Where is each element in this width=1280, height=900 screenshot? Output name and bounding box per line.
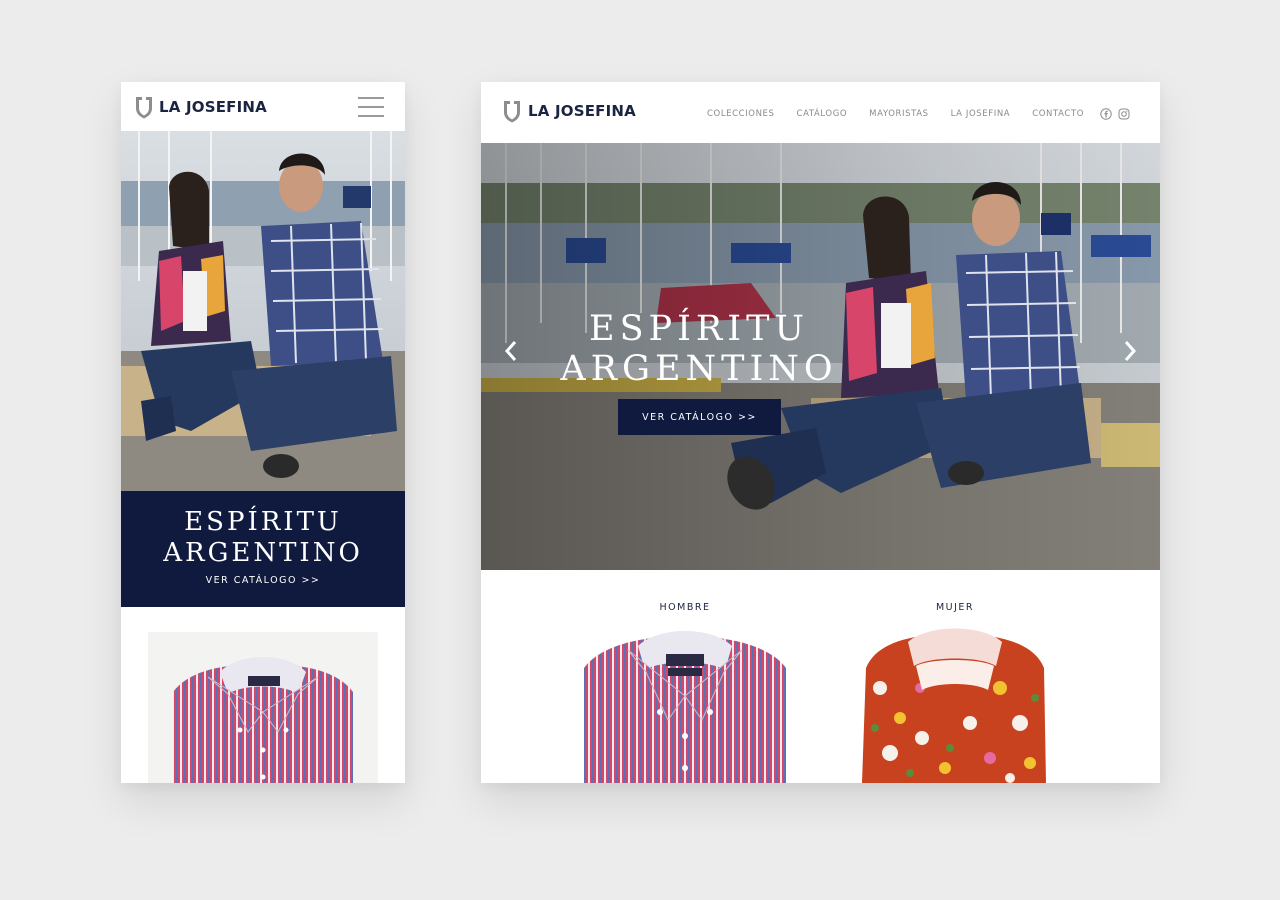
instagram-icon[interactable]: [1118, 108, 1130, 120]
hero-photo: [121, 131, 405, 491]
logo[interactable]: LA JOSEFINA: [502, 99, 636, 123]
chevron-right-icon[interactable]: [1123, 340, 1137, 362]
hero-title-line2: ARGENTINO: [163, 538, 363, 568]
category-image-hombre[interactable]: [580, 628, 790, 783]
hero-slider: ESPÍRITU ARGENTINO VER CATÁLOGO >>: [481, 143, 1160, 570]
hero-title-line1: ESPÍRITU: [184, 507, 342, 537]
hero-title: ESPÍRITU ARGENTINO: [481, 309, 917, 389]
nav-la-josefina[interactable]: LA JOSEFINA: [951, 109, 1011, 119]
shield-logo-icon: [504, 101, 520, 123]
category-image-mujer[interactable]: [850, 628, 1060, 783]
desktop-header: LA JOSEFINA COLECCIONES CATÁLOGO MAYORIS…: [481, 82, 1160, 143]
ver-catalogo-link[interactable]: VER CATÁLOGO >>: [206, 575, 321, 586]
logo[interactable]: LA JOSEFINA: [134, 95, 267, 119]
product-image-shirt[interactable]: [148, 632, 378, 783]
social-links: [1100, 108, 1130, 120]
nav-mayoristas[interactable]: MAYORISTAS: [869, 109, 928, 119]
hero-title-line2: ARGENTINO: [560, 349, 838, 389]
mobile-header: LA JOSEFINA: [121, 82, 405, 131]
nav-catalogo[interactable]: CATÁLOGO: [797, 109, 848, 119]
logo-text: LA JOSEFINA: [528, 102, 636, 120]
desktop-mockup: LA JOSEFINA COLECCIONES CATÁLOGO MAYORIS…: [481, 82, 1160, 783]
hero-title-line1: ESPÍRITU: [589, 309, 809, 349]
main-nav: COLECCIONES CATÁLOGO MAYORISTAS LA JOSEF…: [707, 109, 1084, 119]
mobile-mockup: LA JOSEFINA ESPÍRITU ARGENTINO VER CATÁL…: [121, 82, 405, 783]
ver-catalogo-button[interactable]: VER CATÁLOGO >>: [618, 399, 781, 435]
logo-text: LA JOSEFINA: [159, 98, 267, 116]
category-label-hombre[interactable]: HOMBRE: [580, 602, 790, 613]
shield-logo-icon: [136, 97, 152, 119]
facebook-icon[interactable]: [1100, 108, 1112, 120]
hamburger-icon[interactable]: [358, 97, 384, 117]
category-section: HOMBRE MUJER: [481, 570, 1160, 783]
category-label-mujer[interactable]: MUJER: [850, 602, 1060, 613]
nav-colecciones[interactable]: COLECCIONES: [707, 109, 775, 119]
hero-title: ESPÍRITU ARGENTINO: [121, 491, 405, 569]
nav-contacto[interactable]: CONTACTO: [1032, 109, 1084, 119]
hero-banner: ESPÍRITU ARGENTINO VER CATÁLOGO >>: [121, 491, 405, 607]
